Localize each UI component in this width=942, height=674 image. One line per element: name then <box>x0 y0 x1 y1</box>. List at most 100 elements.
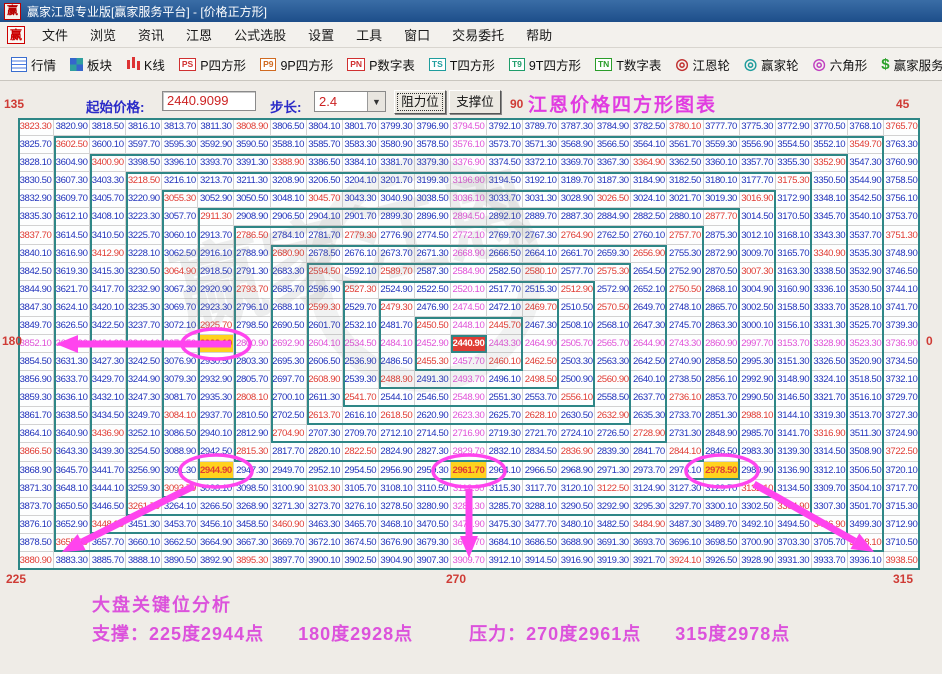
grid-cell[interactable]: 3156.10 <box>776 317 812 335</box>
grid-cell[interactable]: 3924.10 <box>667 552 703 570</box>
grid-cell[interactable]: 2539.30 <box>343 371 379 389</box>
grid-cell[interactable]: 3362.50 <box>667 154 703 172</box>
grid-cell[interactable]: 3492.10 <box>740 516 776 534</box>
grid-cell[interactable]: 3016.90 <box>740 190 776 208</box>
grid-cell[interactable]: 3600.10 <box>90 136 126 154</box>
grid-cell[interactable]: 2601.70 <box>307 317 343 335</box>
grid-cell[interactable]: 3789.70 <box>523 118 559 136</box>
grid-cell[interactable]: 3271.30 <box>271 498 307 516</box>
grid-cell[interactable]: 3537.70 <box>848 226 884 244</box>
grid-cell[interactable]: 2493.70 <box>451 371 487 389</box>
grid-cell[interactable]: 2853.70 <box>704 389 740 407</box>
grid-cell[interactable]: 2647.30 <box>631 317 667 335</box>
grid-cell[interactable]: 2570.50 <box>595 299 631 317</box>
grid-cell[interactable]: 3588.10 <box>271 136 307 154</box>
grid-cell[interactable]: 3576.10 <box>451 136 487 154</box>
grid-cell[interactable]: 2599.30 <box>307 299 343 317</box>
grid-cell[interactable]: 2990.50 <box>740 389 776 407</box>
grid-cell[interactable]: 3693.70 <box>631 534 667 552</box>
grid-cell[interactable]: 2534.50 <box>343 335 379 353</box>
grid-cell[interactable]: 3602.50 <box>54 136 90 154</box>
grid-cell[interactable]: 3088.90 <box>162 443 198 461</box>
grid-cell[interactable]: 3513.70 <box>848 407 884 425</box>
grid-cell[interactable]: 3777.70 <box>704 118 740 136</box>
grid-cell[interactable]: 2476.90 <box>415 299 451 317</box>
grid-cell[interactable]: 3686.50 <box>523 534 559 552</box>
grid-cell[interactable]: 3074.50 <box>162 335 198 353</box>
grid-cell[interactable]: 3775.30 <box>740 118 776 136</box>
grid-cell[interactable]: 3091.30 <box>162 462 198 480</box>
grid-cell[interactable]: 3254.50 <box>126 443 162 461</box>
grid-cell[interactable]: 2580.10 <box>523 263 559 281</box>
menu-item-9[interactable]: 帮助 <box>515 28 563 43</box>
grid-cell[interactable]: 2731.30 <box>667 425 703 443</box>
grid-cell[interactable]: 2575.30 <box>595 263 631 281</box>
grid-cell[interactable]: 3530.50 <box>848 281 884 299</box>
grid-cell[interactable]: 2786.50 <box>234 226 270 244</box>
grid-cell[interactable]: 3163.30 <box>776 263 812 281</box>
grid-cell[interactable]: 3352.90 <box>812 154 848 172</box>
grid-cell[interactable]: 2988.10 <box>740 407 776 425</box>
grid-cell[interactable]: 2836.90 <box>559 443 595 461</box>
grid-cell[interactable]: 3794.50 <box>451 118 487 136</box>
grid-cell[interactable]: 3583.30 <box>343 136 379 154</box>
grid-cell[interactable]: 3110.50 <box>415 480 451 498</box>
grid-cell[interactable]: 3763.30 <box>884 136 920 154</box>
grid-cell[interactable]: 2956.90 <box>379 462 415 480</box>
grid-cell[interactable]: 3081.70 <box>162 389 198 407</box>
grid-cell[interactable]: 3871.30 <box>18 480 54 498</box>
grid-cell[interactable]: 2716.90 <box>451 425 487 443</box>
grid-cell[interactable]: 3048.10 <box>271 190 307 208</box>
grid-cell[interactable]: 3504.10 <box>848 480 884 498</box>
grid-cell[interactable]: 2858.50 <box>704 353 740 371</box>
grid-cell[interactable]: 2678.50 <box>307 245 343 263</box>
grid-cell[interactable]: 3040.90 <box>379 190 415 208</box>
grid-cell[interactable]: 2659.30 <box>595 245 631 263</box>
grid-cell[interactable]: 2620.90 <box>415 407 451 425</box>
grid-cell[interactable]: 2457.70 <box>451 353 487 371</box>
grid-cell[interactable]: 3566.50 <box>595 136 631 154</box>
grid-cell[interactable]: 3036.10 <box>451 190 487 208</box>
grid-cell[interactable]: 3151.30 <box>776 353 812 371</box>
grid-cell[interactable]: 2889.70 <box>523 208 559 226</box>
grid-cell[interactable]: 3564.10 <box>631 136 667 154</box>
grid-cell[interactable]: 3619.30 <box>54 263 90 281</box>
grid-cell[interactable]: 3780.10 <box>667 118 703 136</box>
grid-cell[interactable]: 2774.50 <box>415 226 451 244</box>
support-button[interactable]: 支撑位 <box>449 90 501 114</box>
grid-cell[interactable]: 3141.70 <box>776 425 812 443</box>
grid-cell[interactable]: 3849.70 <box>18 317 54 335</box>
grid-cell[interactable]: 3938.50 <box>884 552 920 570</box>
grid-cell[interactable]: 3357.70 <box>740 154 776 172</box>
grid-cell[interactable]: 3062.50 <box>162 245 198 263</box>
grid-cell[interactable]: 3712.90 <box>884 516 920 534</box>
grid-cell[interactable]: 2448.10 <box>451 317 487 335</box>
grid-cell[interactable]: 3285.70 <box>487 498 523 516</box>
menu-item-1[interactable]: 浏览 <box>79 28 127 43</box>
grid-cell[interactable]: 3571.30 <box>523 136 559 154</box>
grid-cell[interactable]: 3645.70 <box>54 462 90 480</box>
grid-cell[interactable]: 2640.10 <box>631 371 667 389</box>
grid-cell[interactable]: 2671.30 <box>415 245 451 263</box>
grid-cell[interactable]: 3158.50 <box>776 299 812 317</box>
grid-cell[interactable]: 2467.30 <box>523 317 559 335</box>
grid-cell[interactable]: 2673.70 <box>379 245 415 263</box>
grid-cell[interactable]: 3876.10 <box>18 516 54 534</box>
grid-cell[interactable]: 3799.30 <box>379 118 415 136</box>
grid-cell[interactable]: 3729.70 <box>884 389 920 407</box>
grid-cell[interactable]: 2692.90 <box>271 335 307 353</box>
menu-item-5[interactable]: 设置 <box>297 28 345 43</box>
grid-cell[interactable]: 3748.90 <box>884 245 920 263</box>
grid-cell[interactable]: 3266.50 <box>198 498 234 516</box>
grid-cell[interactable]: 2512.90 <box>559 281 595 299</box>
grid-cell[interactable]: 2779.30 <box>343 226 379 244</box>
grid-cell[interactable]: 2755.30 <box>667 245 703 263</box>
chevron-down-icon[interactable]: ▼ <box>367 92 385 111</box>
grid-cell[interactable]: 2805.70 <box>234 371 270 389</box>
grid-cell[interactable]: 3170.50 <box>776 208 812 226</box>
grid-cell[interactable]: 3520.90 <box>848 353 884 371</box>
grid-cell[interactable]: 3122.50 <box>595 480 631 498</box>
grid-cell[interactable]: 2875.30 <box>704 226 740 244</box>
grid-cell[interactable]: 3830.50 <box>18 172 54 190</box>
grid-cell[interactable]: 3268.90 <box>234 498 270 516</box>
